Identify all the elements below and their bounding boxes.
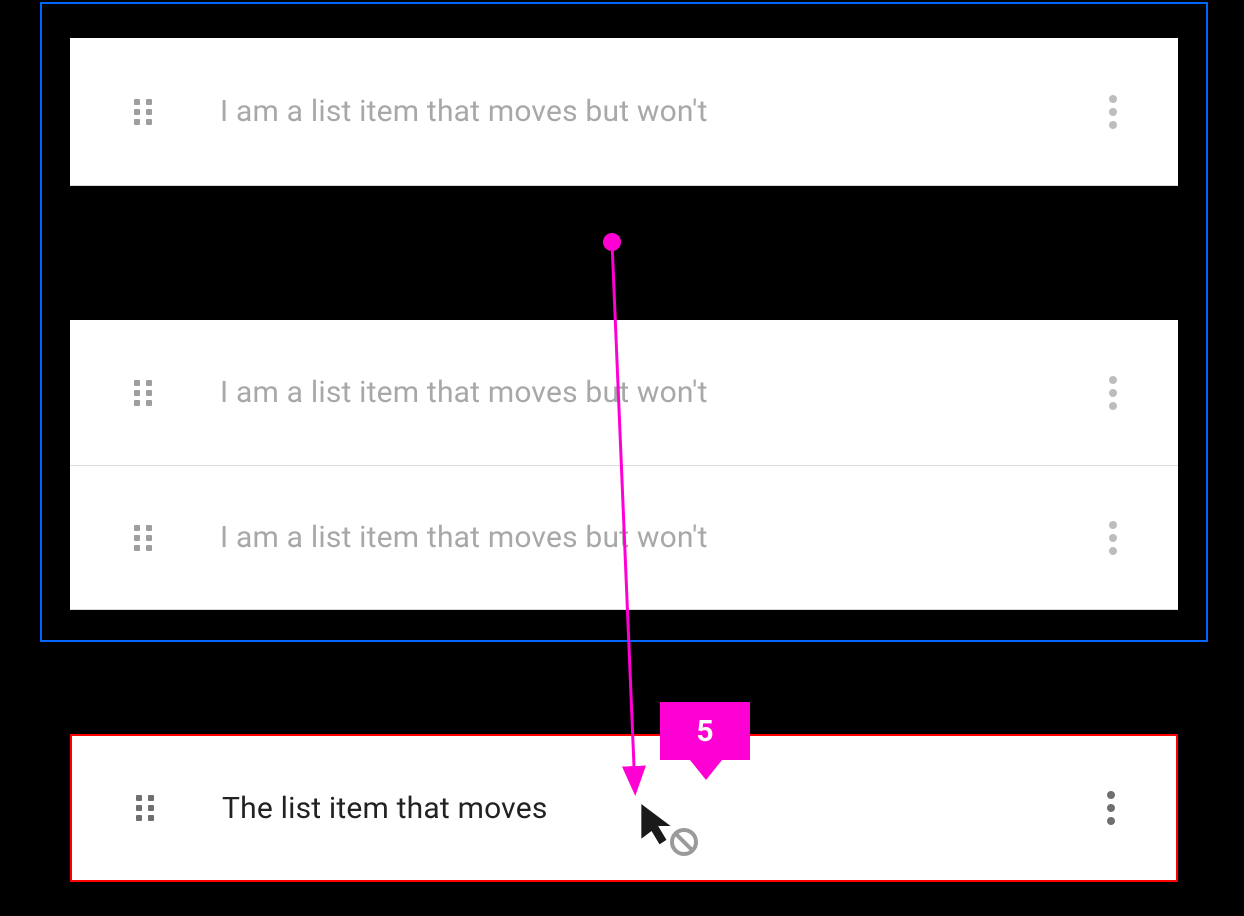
more-options-icon[interactable] [1108, 95, 1118, 129]
more-options-icon[interactable] [1106, 791, 1116, 825]
cursor-no-drop-icon [638, 800, 708, 860]
drag-handle-icon[interactable] [130, 98, 158, 126]
list-item-label: I am a list item that moves but won't [220, 375, 708, 410]
step-callout: 5 [660, 702, 750, 760]
list-item[interactable]: I am a list item that moves but won't [70, 466, 1178, 610]
list-item[interactable]: I am a list item that moves but won't [70, 38, 1178, 186]
more-options-icon[interactable] [1108, 376, 1118, 410]
list-item-label: I am a list item that moves but won't [220, 520, 708, 555]
more-options-icon[interactable] [1108, 521, 1118, 555]
drag-handle-icon[interactable] [132, 794, 160, 822]
drag-handle-icon[interactable] [130, 379, 158, 407]
step-callout-tail [690, 760, 722, 780]
list-item-label: The list item that moves [222, 791, 548, 826]
list-item-dragging[interactable]: The list item that moves [70, 734, 1178, 882]
list-item-label: I am a list item that moves but won't [220, 94, 708, 129]
step-callout-label: 5 [696, 714, 713, 749]
list-item[interactable]: I am a list item that moves but won't [70, 320, 1178, 466]
drag-handle-icon[interactable] [130, 524, 158, 552]
no-drop-icon [670, 828, 698, 856]
